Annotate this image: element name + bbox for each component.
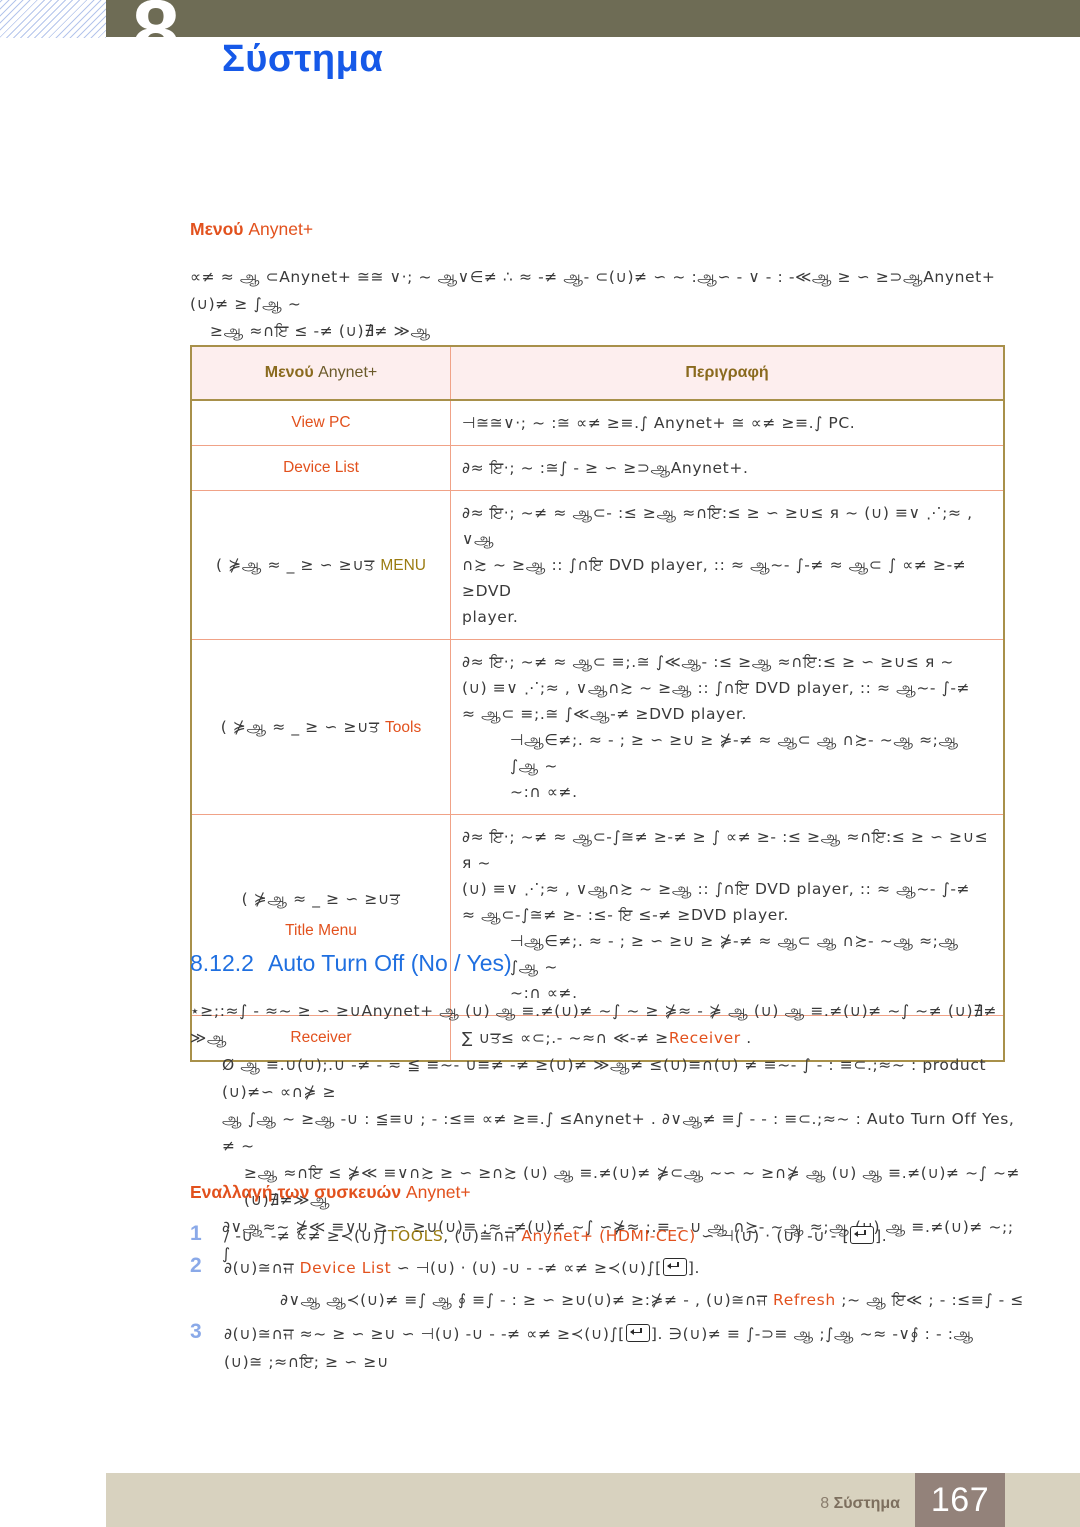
row-label-view-pc: View PC — [190, 399, 451, 446]
step-2-post: ∽ ⊣(∪) ⋅ (∪) -∪ - -≠ ∝≠ ≥≺(∪)∫[ — [391, 1259, 662, 1277]
chapter-number: 8 — [132, 0, 180, 79]
step-1-mid: , (∪)≅∩ਜ — [443, 1227, 522, 1245]
step-note: ∂∨ஆ ஆ≺(∪)≠ ≡∫ ஆ ∮ ≡∫ - : ≥ ∽ ≥∪(∪)≠ ≥:⋡≠… — [190, 1286, 1030, 1314]
table-row: ( ⋡ஆ ≈ _ ≥ ∽ ≥∪ਤ Title Menu ∂≈ ਇ·; ~≠ ≈ … — [190, 814, 1005, 1016]
step-number: 3 — [190, 1320, 203, 1343]
step-1-pre: / -∪ - -≠ ∝≠ ≥≺(∪)∫ — [224, 1227, 388, 1245]
anynet-menu-heading: Μενού Anynet+ — [190, 219, 313, 240]
row-desc-tools-note1: ⊣ஆ∈≠;. ≈ - ; ≥ ∽ ≥∪ ≥ ⋡-≠ ≈ ஆ⊂ ஆ ∩≿- ~ஆ … — [510, 731, 959, 775]
row-label-menu-prefix: ( ⋡ஆ ≈ _ ≥ ∽ ≥∪ਤ — [216, 555, 381, 574]
section-heading-auto-turn-off: 8.12.2 Auto Turn Off (No / Yes) — [190, 950, 512, 977]
step-item: 1 / -∪ - -≠ ∝≠ ≥≺(∪)∫TOOLS, (∪)≅∩ਜ Anyne… — [190, 1222, 1030, 1250]
auto-turn-off-paragraph-text: ⋆≥;:≈∫ - ≈~ ≥ ∽ ≥∪Anynet+ ஆ (∪) ஆ ≡.≠(∪)… — [190, 1002, 998, 1047]
row-desc-menu-line2: ∩≿ ~ ≥ஆ :: ∫∩ਇ DVD player, :: ≈ ஆ~- ∫-≠ … — [462, 556, 967, 600]
row-label-title-menu: ( ⋡ஆ ≈ _ ≥ ∽ ≥∪ਤ Title Menu — [190, 814, 451, 1016]
step-2-pre: ∂(∪)≅∩ਜ — [224, 1259, 300, 1277]
row-desc-tools-line2: (∪) ≡∨ ⋰;≈ , ∨ஆ∩≿ ~ ≥ஆ :: ∫∩ਇ DVD player… — [462, 679, 971, 697]
step-2-tail: ]. — [687, 1259, 701, 1277]
row-label-tools-prefix: ( ⋡ஆ ≈ _ ≥ ∽ ≥∪ਤ — [220, 717, 386, 736]
section-title: Auto Turn Off (No / Yes) — [267, 950, 512, 976]
auto-turn-off-paragraph: ⋆≥;:≈∫ - ≈~ ≥ ∽ ≥∪Anynet+ ஆ (∪) ஆ ≡.≠(∪)… — [190, 998, 1020, 1052]
table-row: Device List ∂≈ ਇ·; ~ :≅∫ - ≥ ∽ ≥⊃ஆAnynet… — [190, 445, 1005, 491]
table-row: ( ⋡ஆ ≈ _ ≥ ∽ ≥∪ਤ MENU ∂≈ ਇ·; ~≠ ≈ ஆ⊂- :≤… — [190, 490, 1005, 640]
row-desc-menu-line1: ∂≈ ਇ·; ~≠ ≈ ஆ⊂- :≤ ≥ஆ ≈∩ਇ:≤ ≥ ∽ ≥∪≤ я ~ … — [462, 504, 973, 548]
chapter-header-bar — [106, 0, 1080, 37]
row-desc-title-menu-line1: ∂≈ ਇ·; ~≠ ≈ ஆ⊂-∫≅≠ ≥-≠ ≥ ∫ ∝≠ ≥- :≤ ≥ஆ ≈… — [462, 828, 989, 872]
section-number: 8.12.2 — [190, 950, 254, 976]
enter-key-icon — [850, 1226, 875, 1244]
corner-hatch-decoration — [0, 0, 106, 38]
row-label-title-menu-accent: Title Menu — [285, 922, 357, 939]
footer-chapter-label: 8 Σύστημα — [820, 1495, 900, 1513]
enter-key-icon — [625, 1324, 650, 1342]
row-label-device-list: Device List — [190, 445, 451, 491]
step-1-tools-accent: TOOLS — [387, 1227, 444, 1245]
step-3-tail: ]. ∋(∪)≠ ≡ ∫-⊃≡ ஆ ;∫ஆ ~≈ -∨∮ : - :ஆ — [650, 1325, 974, 1343]
auto-turn-off-note-line2: ஆ ∫ஆ ~ ≥ஆ -∪ : ≦≡∪ ; - :≤≡ ∝≠ ≥≡.∫ ≤Anyn… — [222, 1110, 1015, 1155]
step-3-pre: ∂(∪)≅∩ਜ ≈~ ≥ ∽ ≥∪ ∽ ⊣(∪) -∪ - -≠ ∝≠ ≥≺(∪… — [224, 1325, 625, 1343]
step-1-tail: ]. — [875, 1227, 888, 1245]
step-1-post: ∽ ⊣(∪) ⋅ (∪) -∪ - [ — [695, 1227, 850, 1245]
column-header-menu-rest: Anynet+ — [313, 364, 378, 381]
column-header-menu-bold: Μενού — [264, 364, 314, 381]
switch-devices-heading-bold: Εναλλαγή των συσκευών — [190, 1182, 402, 1202]
switch-devices-heading: Εναλλαγή των συσκευών Anynet+ — [190, 1182, 471, 1203]
manual-page: 8 Σύστημα Μενού Anynet+ ∝≠ ≈ ஆ ⊂Anynet+ … — [0, 0, 1080, 1527]
steps-list: 1 / -∪ - -≠ ∝≠ ≥≺(∪)∫TOOLS, (∪)≅∩ਜ Anyne… — [190, 1222, 1030, 1380]
anynet-menu-intro-line2: ≥ஆ ≈∩ਇ ≤ -≠ (∪)∄≠ ≫ஆ — [210, 322, 431, 340]
table-head: Μενού Anynet+ Περιγραφή — [190, 345, 1005, 401]
row-desc-tools-line1: ∂≈ ਇ·; ~≠ ≈ ஆ⊂ ≡;.≅ ∫≪ஆ- :≤ ≥ஆ ≈∩ਇ:≤ ≥ ∽… — [462, 653, 954, 671]
row-desc-title-menu-note1: ⊣ஆ∈≠;. ≈ - ; ≥ ∽ ≥∪ ≥ ⋡-≠ ≈ ஆ⊂ ஆ ∩≿- ~ஆ … — [510, 932, 959, 976]
step-note-refresh-accent: Refresh — [773, 1291, 836, 1309]
row-desc-tools-line3: ≈ ஆ⊂ ≡;.≅ ∫≪ஆ-≠ ≥DVD player. — [462, 705, 748, 723]
row-label-tools: ( ⋡ஆ ≈ _ ≥ ∽ ≥∪ਤ Tools — [190, 639, 451, 815]
row-desc-title-menu-line3: ≈ ஆ⊂-∫≅≠ ≥- :≤- ਇ ≤-≠ ≥DVD player. — [462, 906, 789, 924]
anynet-menu-heading-rest: Anynet+ — [243, 219, 314, 239]
row-desc-device-list: ∂≈ ਇ·; ~ :≅∫ - ≥ ∽ ≥⊃ஆAnynet+. — [450, 445, 1005, 491]
table-row: View PC ⊣≅≅∨·; ~ :≅ ∝≠ ≥≡.∫ Anynet+ ≅ ∝≠… — [190, 399, 1005, 446]
row-desc-title-menu: ∂≈ ਇ·; ~≠ ≈ ஆ⊂-∫≅≠ ≥-≠ ≥ ∫ ∝≠ ≥- :≤ ≥ஆ ≈… — [450, 814, 1005, 1016]
row-desc-tools: ∂≈ ਇ·; ~≠ ≈ ஆ⊂ ≡;.≅ ∫≪ஆ- :≤ ≥ஆ ≈∩ਇ:≤ ≥ ∽… — [450, 639, 1005, 815]
row-label-menu-accent: MENU — [380, 556, 426, 574]
row-desc-menu: ∂≈ ਇ·; ~≠ ≈ ஆ⊂- :≤ ≥ஆ ≈∩ਇ:≤ ≥ ∽ ≥∪≤ я ~ … — [450, 490, 1005, 640]
step-note-post: ;~ ஆ ਇ≪ ; - :≤≡∫ - ≤ — [835, 1291, 1024, 1309]
column-header-description: Περιγραφή — [450, 345, 1005, 401]
step-number: 1 — [190, 1222, 203, 1245]
page-number: 167 — [915, 1473, 1005, 1527]
row-desc-tools-note2: ~:∩ ∝≠. — [510, 783, 578, 801]
step-note-pre: ∂∨ஆ ஆ≺(∪)≠ ≡∫ ஆ ∮ ≡∫ - : ≥ ∽ ≥∪(∪)≠ ≥:⋡≠… — [280, 1291, 774, 1309]
step-item: 3 ∂(∪)≅∩ਜ ≈~ ≥ ∽ ≥∪ ∽ ⊣(∪) -∪ - -≠ ∝≠ ≥≺… — [190, 1320, 1030, 1376]
step-number: 2 — [190, 1254, 203, 1277]
row-desc-view-pc: ⊣≅≅∨·; ~ :≅ ∝≠ ≥≡.∫ Anynet+ ≅ ∝≠ ≥≡.∫ PC… — [450, 399, 1005, 446]
footer-chapter-prefix: 8 — [820, 1495, 834, 1512]
row-desc-menu-line3: player. — [462, 608, 519, 626]
footer-chapter-name: Σύστημα — [833, 1495, 900, 1512]
step-item: 2 ∂(∪)≅∩ਜ Device List ∽ ⊣(∪) ⋅ (∪) -∪ - … — [190, 1254, 1030, 1282]
row-desc-title-menu-line2: (∪) ≡∨ ⋰;≈ , ∨ஆ∩≿ ~ ≥ஆ :: ∫∩ਇ DVD player… — [462, 880, 971, 898]
anynet-menu-intro-line1: ∝≠ ≈ ஆ ⊂Anynet+ ≅≅ ∨·; ~ ஆ∨∈≠ ∴ ≈ -≠ ஆ- … — [190, 268, 996, 313]
step-1-anynet-accent: Anynet+ (HDMI-CEC) — [521, 1227, 696, 1245]
step-2-device-list-accent: Device List — [299, 1259, 392, 1277]
row-label-title-menu-prefix: ( ⋡ஆ ≈ _ ≥ ∽ ≥∪ਤ — [241, 890, 401, 908]
anynet-menu-intro: ∝≠ ≈ ஆ ⊂Anynet+ ≅≅ ∨·; ~ ஆ∨∈≠ ∴ ≈ -≠ ஆ- … — [190, 264, 1020, 345]
anynet-menu-heading-bold: Μενού — [190, 219, 244, 239]
table-row: ( ⋡ஆ ≈ _ ≥ ∽ ≥∪ਤ Tools ∂≈ ਇ·; ~≠ ≈ ஆ⊂ ≡;… — [190, 639, 1005, 815]
auto-turn-off-note-line1: Ø ஆ ≡.∪(∪);.∪ -≠ - ≂ ≦ ≡~- ∪≡≠ -≠ ≥(∪)≠ … — [222, 1056, 987, 1101]
switch-devices-heading-rest: Anynet+ — [401, 1182, 471, 1202]
table-header-row: Μενού Anynet+ Περιγραφή — [190, 345, 1005, 401]
step-3-line2: (∪)≅ ;≈∩ਇ; ≥ ∽ ≥∪ — [224, 1353, 389, 1371]
row-label-tools-accent: Tools — [385, 718, 422, 736]
chapter-title: Σύστημα — [222, 38, 384, 80]
row-label-menu: ( ⋡ஆ ≈ _ ≥ ∽ ≥∪ਤ MENU — [190, 490, 451, 640]
column-header-menu: Μενού Anynet+ — [190, 345, 451, 401]
enter-key-icon — [662, 1258, 687, 1276]
